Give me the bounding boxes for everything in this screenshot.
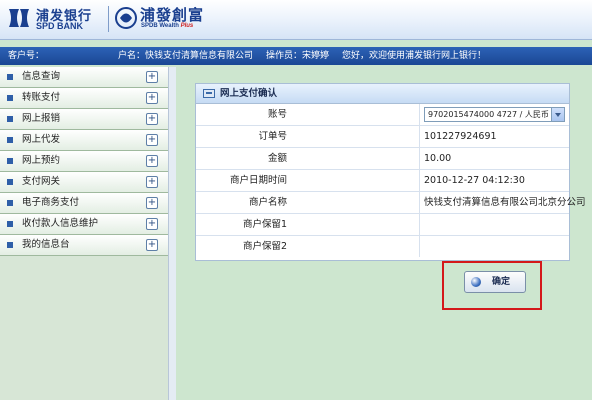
bullet-icon [7,137,13,143]
sidebar-item-ecommerce-payment[interactable]: 电子商务支付 + [0,193,168,214]
row-amount: 金额 10.00 [196,148,569,170]
header-banner: 浦发银行 SPD BANK 浦發創富 SPDB Wealth Plus [0,0,592,40]
bullet-icon [7,200,13,206]
operator-name: 操作员：宋婷婷 [266,51,330,61]
account-name: 户名：快钱支付清算信息有限公司 [118,51,254,61]
panel-title-text: 网上支付确认 [220,88,278,99]
header-divider [108,6,109,32]
row-merchant-reserved-1: 商户保留1 [196,214,569,236]
row-merchant-datetime: 商户日期时间 2010-12-27 04:12:30 [196,170,569,192]
merchant-reserved-1-label: 商户保留1 [196,214,420,235]
merchant-datetime-label: 商户日期时间 [196,170,420,191]
row-account: 账号 9702015474000 4727 / 人民币 [196,104,569,126]
expand-plus-icon[interactable]: + [146,134,158,146]
sidebar-item-label: 支付网关 [22,176,61,187]
payment-confirm-panel: 网上支付确认 账号 9702015474000 4727 / 人民币 订单号 1… [195,83,586,261]
sidebar-item-info-query[interactable]: 信息查询 + [0,67,168,88]
sidebar-item-label: 收付款人信息维护 [22,218,99,229]
bullet-icon [7,242,13,248]
expand-plus-icon[interactable]: + [146,218,158,230]
confirm-icon [471,277,481,287]
merchant-name-label: 商户名称 [196,192,420,213]
user-info-bar: 客户号： 户名：快钱支付清算信息有限公司 操作员：宋婷婷 您好，欢迎使用浦发银行… [0,47,592,65]
bullet-icon [7,95,13,101]
wealth-name-cn: 浦發創富 [140,6,205,24]
wealth-name-en: SPDB Wealth Plus [141,23,194,29]
sidebar-item-label: 网上代发 [22,134,61,145]
sidebar-item-transfer-payment[interactable]: 转账支付 + [0,88,168,109]
bank-name-en: SPD BANK [36,21,84,31]
welcome-message: 您好，欢迎使用浦发银行网上银行！ [342,51,487,61]
customer-number-label: 客户号： [8,51,45,61]
sidebar-item-label: 转账支付 [22,92,61,103]
row-merchant-name: 商户名称 快钱支付清算信息有限公司北京分公司 [196,192,586,214]
expand-plus-icon[interactable]: + [146,71,158,83]
panel-title: 网上支付确认 [196,84,569,104]
expand-plus-icon[interactable]: + [146,92,158,104]
sidebar-item-label: 我的信息台 [22,239,70,250]
expand-plus-icon[interactable]: + [146,176,158,188]
confirm-button-label: 确定 [491,277,510,287]
row-order-number: 订单号 101227924691 [196,126,569,148]
merchant-datetime-value: 2010-12-27 04:12:30 [424,175,525,186]
sidebar-item-my-info-desk[interactable]: 我的信息台 + [0,235,168,256]
merchant-reserved-2-label: 商户保留2 [196,236,420,257]
sidebar-item-label: 信息查询 [22,71,61,82]
sidebar-item-label: 网上预约 [22,155,61,166]
account-select[interactable]: 9702015474000 4727 / 人民币 [424,107,565,122]
row-merchant-reserved-2: 商户保留2 [196,236,569,258]
merchant-name-value: 快钱支付清算信息有限公司北京分公司 [424,197,586,208]
amount-label: 金额 [196,148,420,169]
bullet-icon [7,74,13,80]
expand-plus-icon[interactable]: + [146,155,158,167]
sidebar-item-payment-gateway[interactable]: 支付网关 + [0,172,168,193]
amount-value: 10.00 [424,153,452,164]
spd-bank-logo-icon [9,9,29,27]
bullet-icon [7,116,13,122]
wealth-logo-icon [115,7,137,29]
bullet-icon [7,158,13,164]
bullet-icon [7,221,13,227]
sidebar-scrollbar[interactable] [168,67,176,400]
chevron-down-icon[interactable] [551,108,564,121]
sidebar-item-online-payroll[interactable]: 网上代发 + [0,130,168,151]
order-number-value: 101227924691 [424,131,497,142]
order-number-label: 订单号 [196,126,420,147]
confirm-button[interactable]: 确定 [464,271,526,293]
sidebar-item-label: 电子商务支付 [22,197,80,208]
bullet-icon [7,179,13,185]
expand-plus-icon[interactable]: + [146,113,158,125]
account-select-value: 9702015474000 4727 / 人民币 [428,110,549,119]
expand-plus-icon[interactable]: + [146,197,158,209]
sidebar-menu: 信息查询 + 转账支付 + 网上报销 + 网上代发 + 网上预约 + 支付网关 + 电子商务… [0,67,168,400]
sidebar-item-label: 网上报销 [22,113,61,124]
sidebar-item-online-appointment[interactable]: 网上预约 + [0,151,168,172]
sidebar-item-online-reimbursement[interactable]: 网上报销 + [0,109,168,130]
window-icon [203,89,215,98]
expand-plus-icon[interactable]: + [146,239,158,251]
sidebar-item-payee-info-maintenance[interactable]: 收付款人信息维护 + [0,214,168,235]
account-label: 账号 [196,104,420,125]
